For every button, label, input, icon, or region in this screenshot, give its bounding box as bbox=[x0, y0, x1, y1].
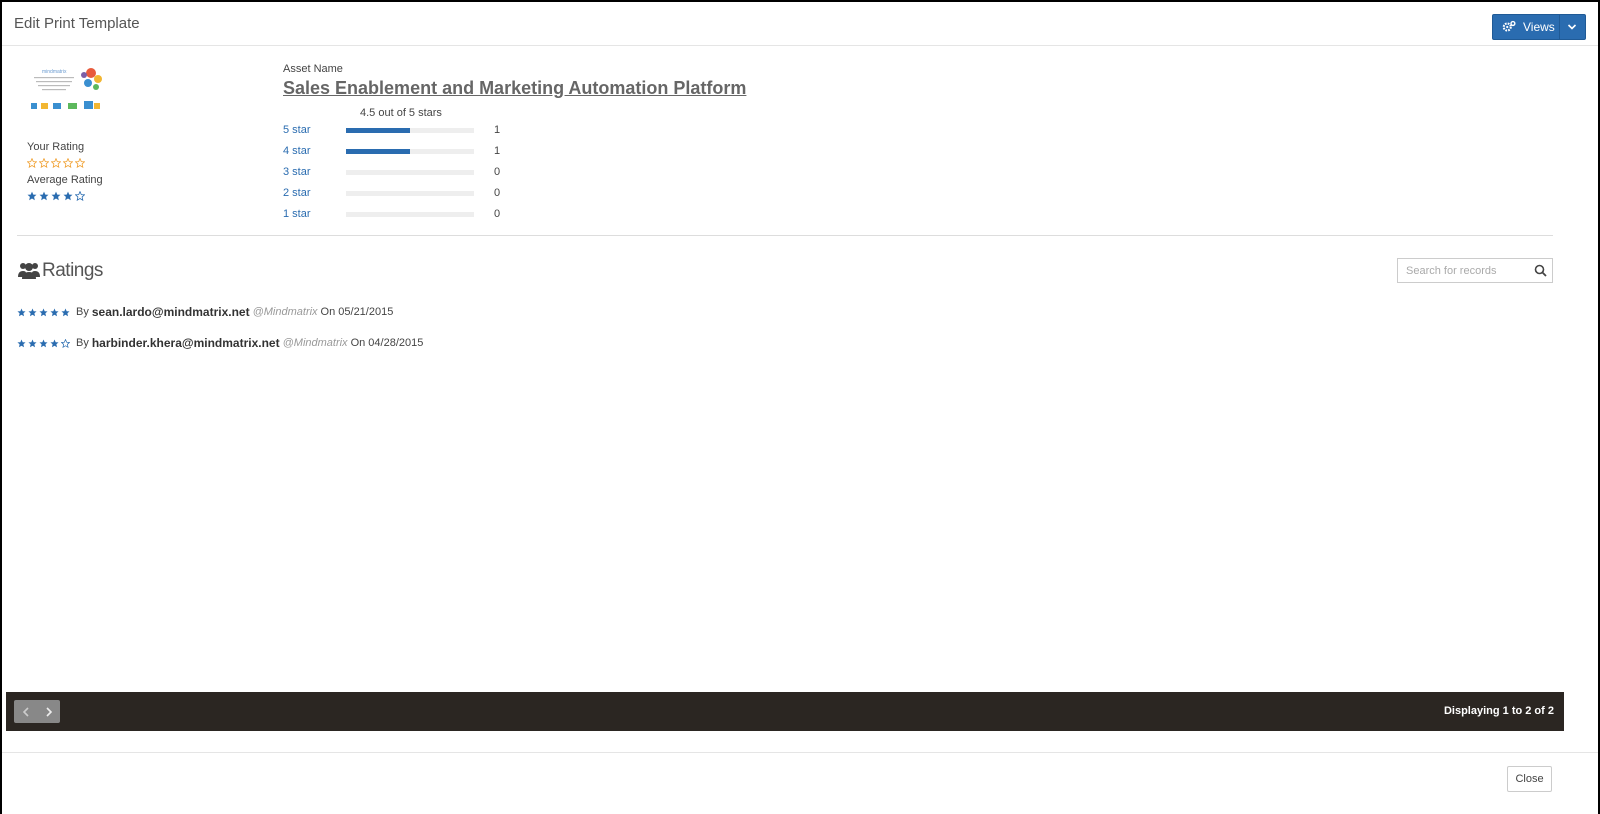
histogram-row: 2 star 0 bbox=[283, 187, 513, 201]
your-rating-stars[interactable] bbox=[27, 158, 85, 168]
review-date: On 05/21/2015 bbox=[320, 306, 394, 318]
histogram-track bbox=[346, 128, 474, 133]
histogram-star-link[interactable]: 4 star bbox=[283, 145, 311, 157]
histogram-track bbox=[346, 191, 474, 196]
star-empty-icon[interactable] bbox=[51, 158, 61, 168]
rating-summary: 4.5 out of 5 stars bbox=[360, 107, 442, 119]
modal-footer-divider bbox=[2, 752, 1598, 753]
average-rating-stars bbox=[27, 191, 85, 201]
star-empty-icon[interactable] bbox=[27, 158, 37, 168]
histogram-bar bbox=[346, 128, 410, 133]
star-filled-icon bbox=[28, 339, 37, 347]
prev-page-button[interactable] bbox=[14, 700, 37, 723]
asset-thumbnail: mindmatrix bbox=[28, 61, 110, 117]
review-org: @Mindmatrix bbox=[252, 306, 318, 318]
review-user-email: harbinder.khera@mindmatrix.net bbox=[91, 336, 280, 350]
review-row: By sean.lardo@mindmatrix.net @Mindmatrix… bbox=[17, 305, 393, 319]
next-page-button[interactable] bbox=[37, 700, 60, 723]
star-empty-icon[interactable] bbox=[75, 158, 85, 168]
review-row: By harbinder.khera@mindmatrix.net @Mindm… bbox=[17, 336, 423, 350]
star-filled-icon bbox=[27, 191, 37, 201]
your-rating-label: Your Rating bbox=[27, 141, 85, 153]
histogram-count: 1 bbox=[494, 124, 501, 136]
histogram-star-link[interactable]: 3 star bbox=[283, 166, 311, 178]
histogram-row: 5 star 1 bbox=[283, 124, 513, 138]
gears-icon bbox=[1502, 20, 1516, 32]
section-divider bbox=[17, 235, 1553, 236]
histogram-row: 1 star 0 bbox=[283, 208, 513, 222]
review-stars bbox=[17, 338, 70, 348]
search-input[interactable] bbox=[1398, 259, 1528, 282]
asset-name-label: Asset Name bbox=[283, 63, 343, 75]
histogram-track bbox=[346, 170, 474, 175]
displaying-count: Displaying 1 to 2 of 2 bbox=[1443, 705, 1554, 717]
star-filled-icon bbox=[51, 191, 61, 201]
close-button[interactable]: Close bbox=[1507, 766, 1552, 792]
chevron-down-icon[interactable] bbox=[1567, 22, 1577, 32]
review-by: By bbox=[76, 306, 89, 318]
star-filled-icon bbox=[17, 308, 26, 316]
asset-name[interactable]: Sales Enablement and Marketing Automatio… bbox=[283, 78, 746, 99]
edit-print-template-modal: Edit Print Template Views mindmatrix You… bbox=[2, 2, 1598, 814]
pager bbox=[14, 700, 60, 723]
histogram-star-link[interactable]: 1 star bbox=[283, 208, 311, 220]
star-filled-icon bbox=[39, 191, 49, 201]
star-filled-icon bbox=[61, 308, 70, 316]
star-filled-icon bbox=[28, 308, 37, 316]
star-empty-icon bbox=[75, 191, 85, 201]
average-rating-label: Average Rating bbox=[27, 174, 103, 186]
review-org: @Mindmatrix bbox=[282, 337, 348, 349]
chevron-left-icon bbox=[22, 706, 29, 717]
histogram-count: 0 bbox=[494, 187, 501, 199]
histogram-row: 3 star 0 bbox=[283, 166, 513, 180]
histogram-count: 0 bbox=[494, 208, 501, 220]
views-button[interactable]: Views bbox=[1492, 14, 1586, 40]
views-label: Views bbox=[1523, 20, 1555, 34]
star-filled-icon bbox=[17, 339, 26, 347]
review-user-email: sean.lardo@mindmatrix.net bbox=[91, 305, 250, 319]
star-filled-icon bbox=[39, 308, 48, 316]
users-icon bbox=[18, 263, 40, 279]
review-by: By bbox=[76, 337, 89, 349]
star-filled-icon bbox=[63, 191, 73, 201]
modal-title: Edit Print Template bbox=[14, 15, 140, 32]
review-date: On 04/28/2015 bbox=[350, 337, 424, 349]
histogram-star-link[interactable]: 2 star bbox=[283, 187, 311, 199]
histogram-count: 1 bbox=[494, 145, 501, 157]
search-box bbox=[1397, 258, 1553, 283]
histogram-star-link[interactable]: 5 star bbox=[283, 124, 311, 136]
star-empty-icon bbox=[61, 338, 70, 348]
pagination-bar: Displaying 1 to 2 of 2 bbox=[6, 692, 1564, 731]
histogram-count: 0 bbox=[494, 166, 501, 178]
star-filled-icon bbox=[50, 339, 59, 347]
views-divider bbox=[1559, 15, 1560, 39]
search-icon[interactable] bbox=[1534, 264, 1547, 277]
histogram-bar bbox=[346, 149, 410, 154]
histogram-row: 4 star 1 bbox=[283, 145, 513, 159]
star-filled-icon bbox=[39, 339, 48, 347]
star-empty-icon[interactable] bbox=[39, 158, 49, 168]
modal-header: Edit Print Template Views bbox=[2, 2, 1598, 46]
chevron-right-icon bbox=[45, 706, 52, 717]
star-filled-icon bbox=[50, 308, 59, 316]
ratings-title: Ratings bbox=[42, 260, 103, 281]
star-empty-icon[interactable] bbox=[63, 158, 73, 168]
review-stars bbox=[17, 308, 70, 317]
histogram-track bbox=[346, 212, 474, 217]
histogram-track bbox=[346, 149, 474, 154]
svg-text:mindmatrix: mindmatrix bbox=[42, 69, 67, 75]
